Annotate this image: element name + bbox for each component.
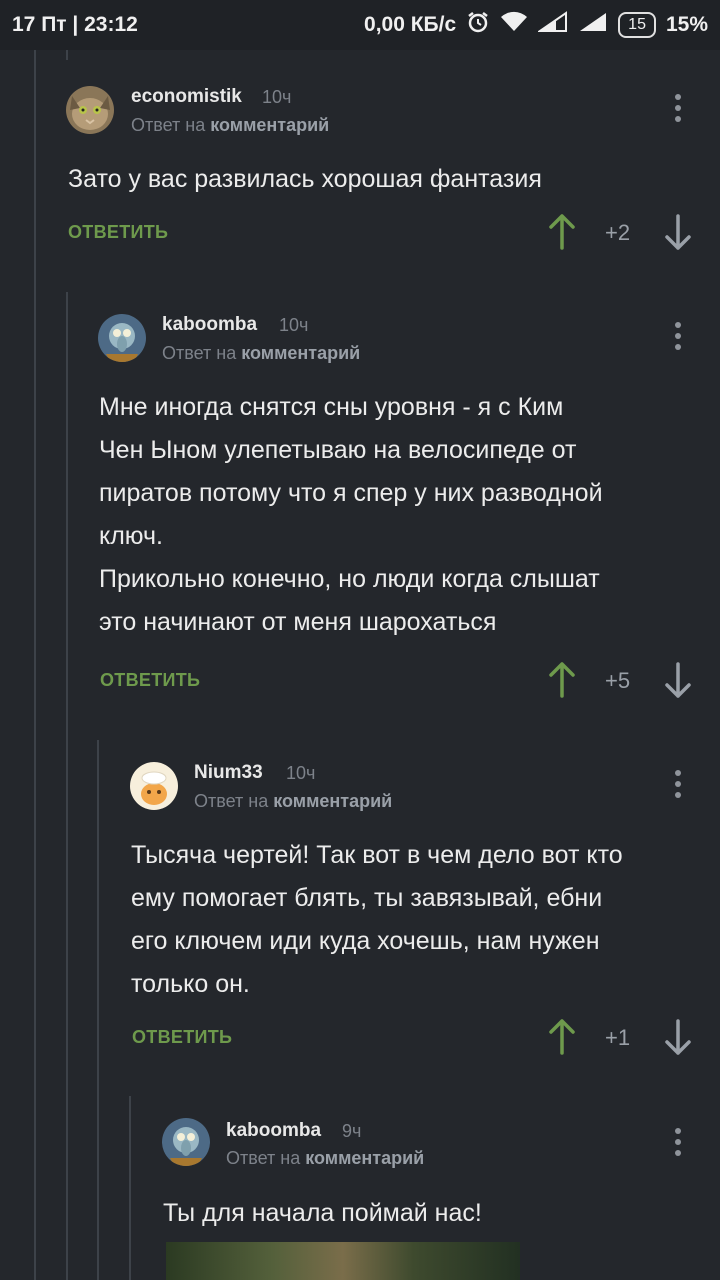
reply-target-link[interactable]: комментарий [241, 343, 360, 363]
upvote-icon[interactable] [548, 214, 576, 255]
reply-prefix: Ответ на [194, 791, 269, 811]
comment-time: 9ч [342, 1121, 362, 1141]
author-name[interactable]: economistik [131, 86, 242, 108]
more-options-icon[interactable] [674, 322, 682, 350]
status-icons: 0,00 КБ/с 15 15% [364, 10, 708, 40]
avatar[interactable] [66, 86, 114, 134]
score: +5 [605, 668, 631, 693]
alarm-icon [466, 10, 490, 40]
avatar[interactable] [98, 314, 146, 362]
more-options-icon[interactable] [674, 1128, 682, 1156]
comment-time: 10ч [279, 315, 309, 335]
wifi-icon [500, 11, 528, 39]
comment-text: Мне иногда снятся сны уровня - я с Ким Ч… [99, 393, 603, 636]
author-name[interactable]: kaboomba [162, 314, 257, 336]
comment-time: 10ч [262, 87, 292, 107]
battery-icon: 15 [618, 12, 656, 38]
avatar[interactable] [130, 762, 178, 810]
thread-line [34, 50, 36, 1280]
thread-line [66, 292, 68, 1280]
comment-text: Тысяча чертей! Так вот в чем дело вот кт… [131, 841, 623, 998]
downvote-icon[interactable] [664, 214, 692, 255]
battery-percent: 15% [665, 13, 708, 36]
reply-target-link[interactable]: комментарий [273, 791, 392, 811]
comment-time: 10ч [286, 763, 316, 783]
thread-line [97, 740, 99, 1280]
upvote-icon[interactable] [548, 662, 576, 703]
comment-text: Зато у вас развилась хорошая фантазия [68, 165, 542, 193]
author-name[interactable]: Nium33 [194, 762, 263, 784]
more-options-icon[interactable] [674, 94, 682, 122]
reply-prefix: Ответ на [226, 1148, 301, 1168]
comment-image[interactable] [166, 1242, 520, 1280]
signal-icon [536, 11, 568, 39]
reply-target-link[interactable]: комментарий [210, 115, 329, 135]
more-options-icon[interactable] [674, 770, 682, 798]
score: +1 [605, 1025, 631, 1050]
status-bar: 17 Пт | 23:12 0,00 КБ/с 15 15% [0, 0, 720, 50]
downvote-icon[interactable] [664, 662, 692, 703]
reply-button[interactable]: ОТВЕТИТЬ [100, 670, 200, 691]
reply-prefix: Ответ на [131, 115, 206, 135]
author-name[interactable]: kaboomba [226, 1120, 321, 1142]
downvote-icon[interactable] [664, 1019, 692, 1060]
upvote-icon[interactable] [548, 1019, 576, 1060]
reply-button[interactable]: ОТВЕТИТЬ [132, 1027, 232, 1048]
reply-button[interactable]: ОТВЕТИТЬ [68, 222, 168, 243]
reply-target-link[interactable]: комментарий [305, 1148, 424, 1168]
thread-line-top [66, 50, 68, 60]
score: +2 [605, 220, 631, 245]
thread-line [129, 1096, 131, 1280]
signal-icon-2 [578, 11, 608, 39]
status-time: 17 Пт | 23:12 [12, 13, 138, 36]
reply-to: Ответ на комментарий [131, 115, 329, 136]
avatar[interactable] [162, 1118, 210, 1166]
reply-to: Ответ на комментарий [194, 791, 392, 812]
network-speed: 0,00 КБ/с [364, 13, 457, 36]
reply-to: Ответ на комментарий [162, 343, 360, 364]
reply-prefix: Ответ на [162, 343, 237, 363]
reply-to: Ответ на комментарий [226, 1148, 424, 1169]
comment-text: Ты для начала поймай нас! [163, 1199, 482, 1227]
